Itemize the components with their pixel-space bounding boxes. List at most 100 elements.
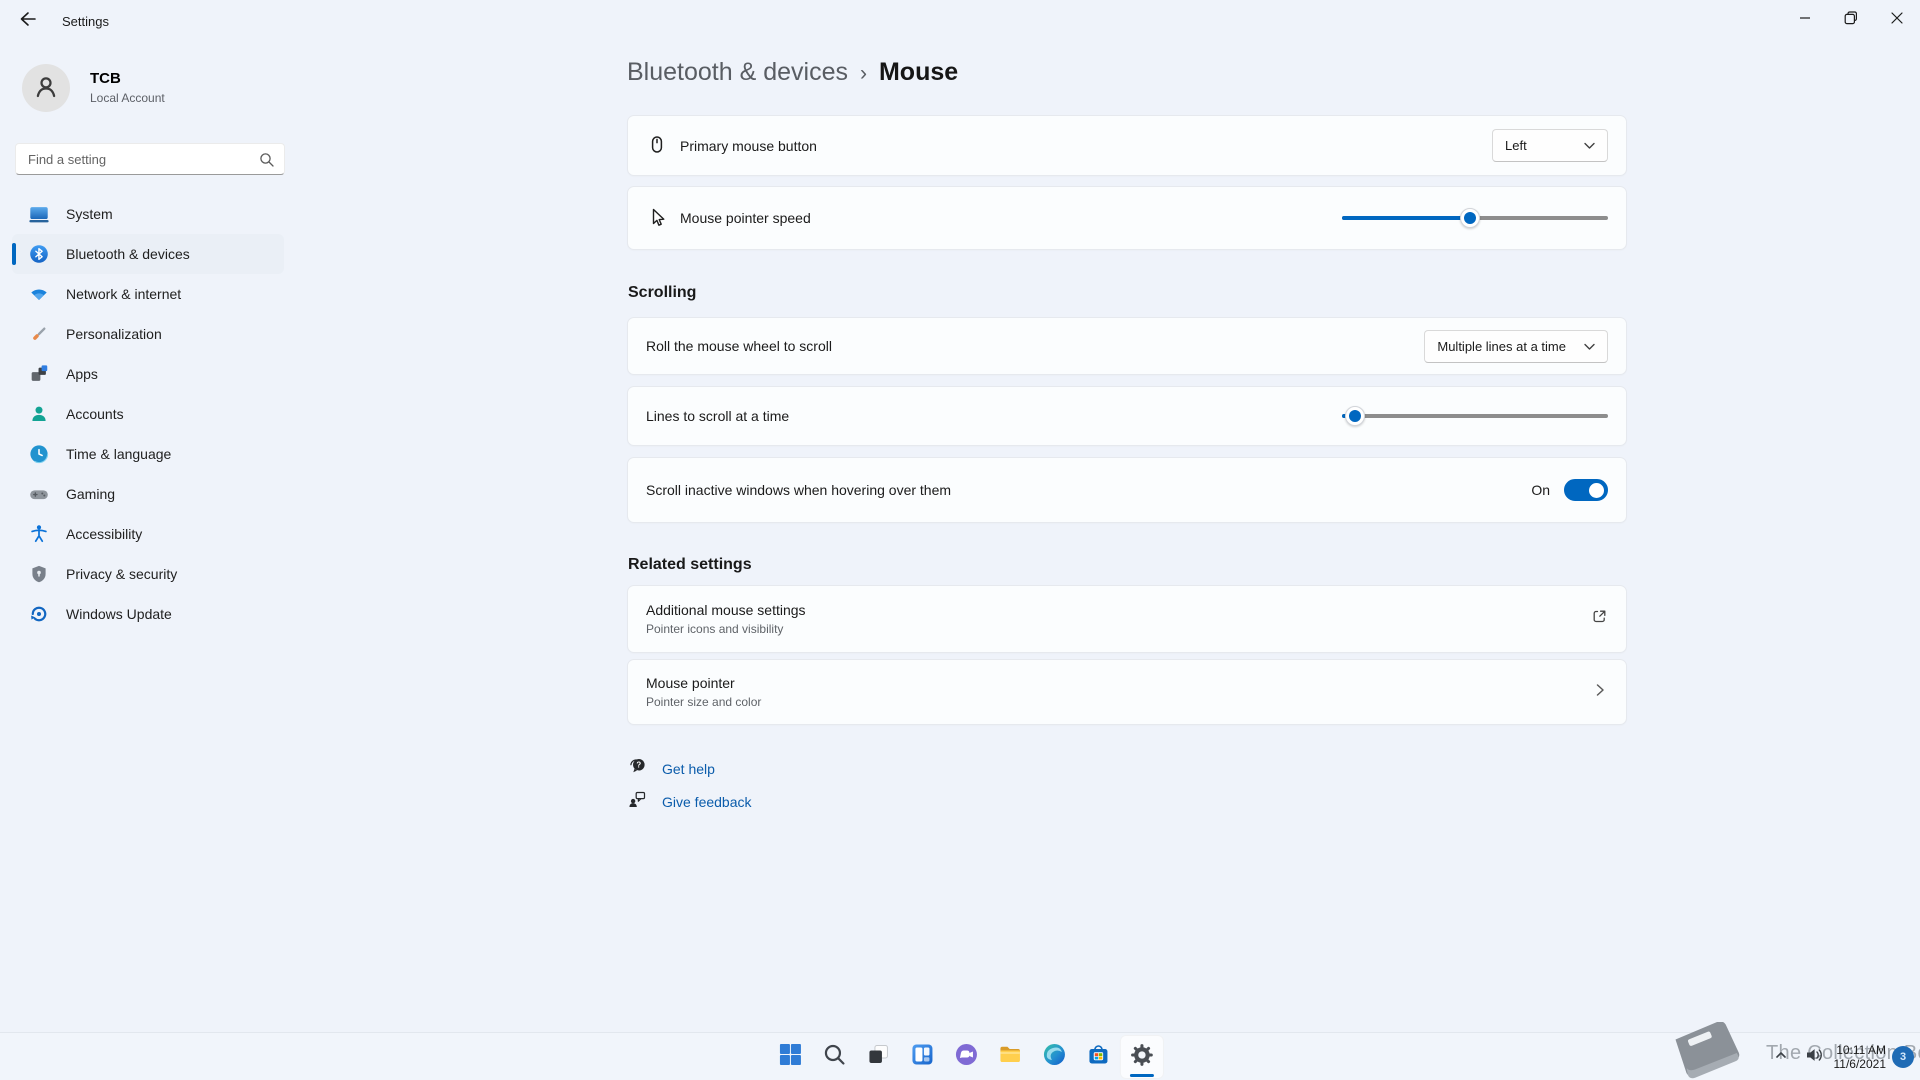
close-button[interactable] bbox=[1874, 0, 1920, 40]
file-explorer-icon bbox=[997, 1042, 1022, 1072]
chat-button[interactable] bbox=[944, 1035, 988, 1079]
avatar[interactable] bbox=[22, 64, 70, 112]
additional-mouse-settings-row[interactable]: Additional mouse settings Pointer icons … bbox=[627, 585, 1627, 653]
sidebar-item-time-language[interactable]: Time & language bbox=[12, 434, 284, 474]
give-feedback-icon bbox=[627, 789, 648, 815]
sidebar-nav: System Bluetooth & devices Network & int… bbox=[12, 194, 284, 634]
scroll-inactive-toggle[interactable] bbox=[1564, 479, 1608, 501]
sidebar-item-label: Gaming bbox=[66, 486, 115, 502]
search-box bbox=[15, 143, 285, 175]
sidebar-item-personalization[interactable]: Personalization bbox=[12, 314, 284, 354]
give-feedback-link[interactable]: Give feedback bbox=[627, 789, 752, 815]
slider-fill bbox=[1342, 216, 1470, 220]
wheel-scroll-label: Roll the mouse wheel to scroll bbox=[646, 338, 832, 354]
restore-icon bbox=[1842, 9, 1860, 32]
widgets-button[interactable] bbox=[900, 1035, 944, 1079]
start-button[interactable] bbox=[768, 1035, 812, 1079]
chevron-up-icon bbox=[1772, 1046, 1790, 1069]
task-view-button[interactable] bbox=[856, 1035, 900, 1079]
give-feedback-label: Give feedback bbox=[662, 794, 752, 810]
mouse-pointer-title: Mouse pointer bbox=[646, 675, 761, 691]
start-icon bbox=[777, 1042, 802, 1072]
pointer-speed-slider[interactable] bbox=[1342, 207, 1608, 229]
network-icon bbox=[28, 283, 50, 305]
sidebar-item-accounts[interactable]: Accounts bbox=[12, 394, 284, 434]
chevron-right-icon bbox=[1592, 682, 1608, 703]
sidebar-item-label: Apps bbox=[66, 366, 98, 382]
edge-button[interactable] bbox=[1032, 1035, 1076, 1079]
sidebar-item-gaming[interactable]: Gaming bbox=[12, 474, 284, 514]
sidebar-item-system[interactable]: System bbox=[12, 194, 284, 234]
sidebar-item-label: Windows Update bbox=[66, 606, 172, 622]
taskbar-center bbox=[768, 1033, 1164, 1080]
sidebar-item-windows-update[interactable]: Windows Update bbox=[12, 594, 284, 634]
file-explorer-button[interactable] bbox=[988, 1035, 1032, 1079]
sidebar-item-bluetooth-devices[interactable]: Bluetooth & devices bbox=[12, 234, 284, 274]
windows-update-icon bbox=[28, 603, 50, 625]
get-help-link[interactable]: ? Get help bbox=[627, 756, 715, 782]
primary-mouse-button-row: Primary mouse button Left bbox=[627, 115, 1627, 176]
taskbar-settings-button[interactable] bbox=[1120, 1035, 1164, 1079]
chevron-down-icon bbox=[1584, 339, 1595, 354]
primary-mouse-button-dropdown[interactable]: Left bbox=[1492, 129, 1608, 162]
taskbar: 10:11 AM 11/6/2021 3 bbox=[0, 1032, 1920, 1080]
slider-thumb[interactable] bbox=[1460, 208, 1480, 228]
clock[interactable]: 10:11 AM 11/6/2021 bbox=[1834, 1043, 1887, 1071]
svg-text:?: ? bbox=[636, 761, 641, 770]
search-icon bbox=[258, 151, 276, 174]
sidebar-item-label: Privacy & security bbox=[66, 566, 177, 582]
system-icon bbox=[28, 203, 50, 225]
window-title: Settings bbox=[62, 14, 109, 29]
chevron-down-icon bbox=[1584, 138, 1595, 153]
tray-date: 11/6/2021 bbox=[1834, 1057, 1887, 1071]
personalization-icon bbox=[28, 323, 50, 345]
pointer-speed-label: Mouse pointer speed bbox=[680, 210, 811, 226]
sidebar-item-label: Time & language bbox=[66, 446, 171, 462]
toggle-state-label: On bbox=[1531, 482, 1550, 498]
wheel-scroll-dropdown[interactable]: Multiple lines at a time bbox=[1424, 330, 1608, 363]
gaming-icon bbox=[28, 483, 50, 505]
external-link-icon bbox=[1591, 608, 1608, 630]
wheel-scroll-row: Roll the mouse wheel to scroll Multiple … bbox=[627, 317, 1627, 375]
sidebar-item-accessibility[interactable]: Accessibility bbox=[12, 514, 284, 554]
sidebar-item-label: Accessibility bbox=[66, 526, 142, 542]
wheel-scroll-value: Multiple lines at a time bbox=[1437, 339, 1566, 354]
minimize-button[interactable] bbox=[1782, 0, 1828, 40]
taskbar-search-button[interactable] bbox=[812, 1035, 856, 1079]
system-tray: 10:11 AM 11/6/2021 3 bbox=[1768, 1033, 1915, 1080]
volume-icon bbox=[1804, 1045, 1824, 1070]
additional-mouse-settings-subtitle: Pointer icons and visibility bbox=[646, 622, 806, 636]
person-icon bbox=[31, 71, 61, 106]
scroll-inactive-label: Scroll inactive windows when hovering ov… bbox=[646, 482, 951, 498]
sidebar: TCB Local Account System Bluetooth & dev… bbox=[0, 44, 296, 1032]
sidebar-item-network-internet[interactable]: Network & internet bbox=[12, 274, 284, 314]
sidebar-item-label: System bbox=[66, 206, 113, 222]
get-help-icon: ? bbox=[627, 756, 648, 782]
sidebar-item-privacy-security[interactable]: Privacy & security bbox=[12, 554, 284, 594]
page-title: Mouse bbox=[879, 58, 958, 87]
notification-badge[interactable]: 3 bbox=[1892, 1046, 1914, 1068]
mouse-pointer-row[interactable]: Mouse pointer Pointer size and color bbox=[627, 659, 1627, 725]
breadcrumb-parent[interactable]: Bluetooth & devices bbox=[627, 58, 848, 87]
mouse-icon bbox=[646, 134, 680, 158]
search-input[interactable] bbox=[16, 144, 284, 174]
restore-button[interactable] bbox=[1828, 0, 1874, 40]
related-settings-header: Related settings bbox=[628, 556, 752, 574]
lines-scroll-slider[interactable] bbox=[1342, 405, 1608, 427]
chat-icon bbox=[953, 1042, 978, 1072]
tray-volume-button[interactable] bbox=[1800, 1037, 1828, 1077]
back-arrow-icon bbox=[18, 9, 38, 34]
tray-chevron-button[interactable] bbox=[1768, 1037, 1794, 1077]
slider-thumb[interactable] bbox=[1345, 406, 1365, 426]
store-button[interactable] bbox=[1076, 1035, 1120, 1079]
title-bar: Settings bbox=[0, 0, 1920, 44]
sidebar-item-apps[interactable]: Apps bbox=[12, 354, 284, 394]
lines-scroll-row: Lines to scroll at a time bbox=[627, 386, 1627, 446]
breadcrumb-separator: › bbox=[860, 62, 867, 86]
back-button[interactable] bbox=[10, 6, 46, 36]
sidebar-item-label: Personalization bbox=[66, 326, 162, 342]
sidebar-item-label: Network & internet bbox=[66, 286, 181, 302]
sidebar-item-label: Accounts bbox=[66, 406, 124, 422]
primary-mouse-button-value: Left bbox=[1505, 138, 1527, 153]
tray-time: 10:11 AM bbox=[1834, 1043, 1887, 1057]
